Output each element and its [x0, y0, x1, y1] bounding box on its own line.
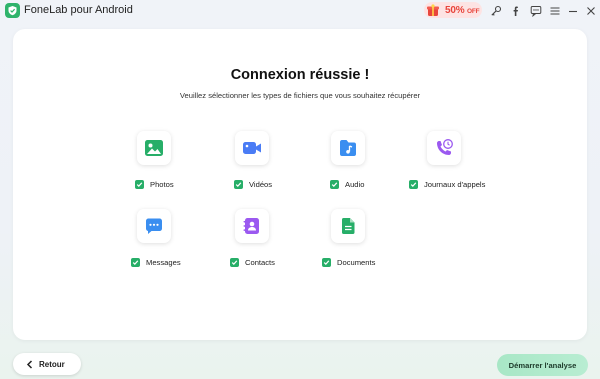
message-tile[interactable] — [137, 209, 171, 243]
audio-tile[interactable] — [331, 131, 365, 165]
chevron-left-icon — [26, 359, 33, 369]
file-type-call-logs[interactable]: Journaux d'appels — [409, 131, 519, 191]
file-type-videos[interactable]: Vidéos — [234, 131, 345, 191]
videos-checkbox[interactable] — [234, 180, 243, 189]
start-scan-label: Démarrer l'analyse — [508, 360, 577, 370]
audio-checkbox[interactable] — [330, 180, 339, 189]
facebook-icon[interactable] — [509, 4, 522, 17]
call-logs-label: Journaux d'appels — [424, 180, 486, 189]
contacts-icon — [243, 218, 259, 234]
start-scan-button[interactable]: Démarrer l'analyse — [497, 354, 588, 376]
documents-label: Documents — [337, 258, 376, 267]
contacts-label: Contacts — [245, 258, 275, 267]
file-type-photos[interactable]: Photos — [135, 131, 245, 191]
document-icon — [342, 218, 355, 234]
messages-label: Messages — [146, 258, 181, 267]
file-type-messages[interactable]: Messages — [131, 209, 241, 269]
audio-icon — [340, 140, 356, 156]
video-icon — [243, 142, 261, 154]
promo-suffix: OFF — [467, 7, 480, 15]
contacts-tile[interactable] — [235, 209, 269, 243]
feedback-chat-icon[interactable] — [529, 4, 542, 17]
app-logo-icon — [5, 3, 20, 18]
photo-tile[interactable] — [137, 131, 171, 165]
video-tile[interactable] — [235, 131, 269, 165]
back-button[interactable]: Retour — [13, 353, 81, 375]
main-card: Connexion réussie ! Veuillez sélectionne… — [13, 29, 587, 340]
documents-checkbox[interactable] — [322, 258, 331, 267]
photos-checkbox[interactable] — [135, 180, 144, 189]
page-subtitle: Veuillez sélectionner les types de fichi… — [179, 91, 421, 100]
message-icon — [146, 218, 162, 234]
page-title: Connexion réussie ! — [230, 67, 370, 83]
title-bar: FoneLab pour Android 50% OFF — [0, 0, 600, 22]
photo-icon — [145, 140, 163, 156]
close-icon[interactable] — [584, 4, 597, 17]
back-button-label: Retour — [39, 359, 65, 369]
window-title: FoneLab pour Android — [24, 4, 133, 16]
call-logs-checkbox[interactable] — [409, 180, 418, 189]
promo-badge[interactable]: 50% OFF — [424, 2, 482, 18]
photos-label: Photos — [150, 180, 174, 189]
contacts-checkbox[interactable] — [230, 258, 239, 267]
document-tile[interactable] — [331, 209, 365, 243]
call-log-tile[interactable] — [427, 131, 461, 165]
gift-icon — [426, 3, 440, 17]
videos-label: Vidéos — [249, 180, 273, 189]
menu-icon[interactable] — [548, 4, 561, 17]
promo-percent: 50% — [445, 4, 465, 16]
call-log-icon — [437, 139, 453, 155]
file-type-documents[interactable]: Documents — [322, 209, 432, 269]
key-icon[interactable] — [489, 4, 502, 17]
minimize-icon[interactable] — [566, 4, 579, 17]
messages-checkbox[interactable] — [131, 258, 140, 267]
audio-label: Audio — [345, 180, 365, 189]
